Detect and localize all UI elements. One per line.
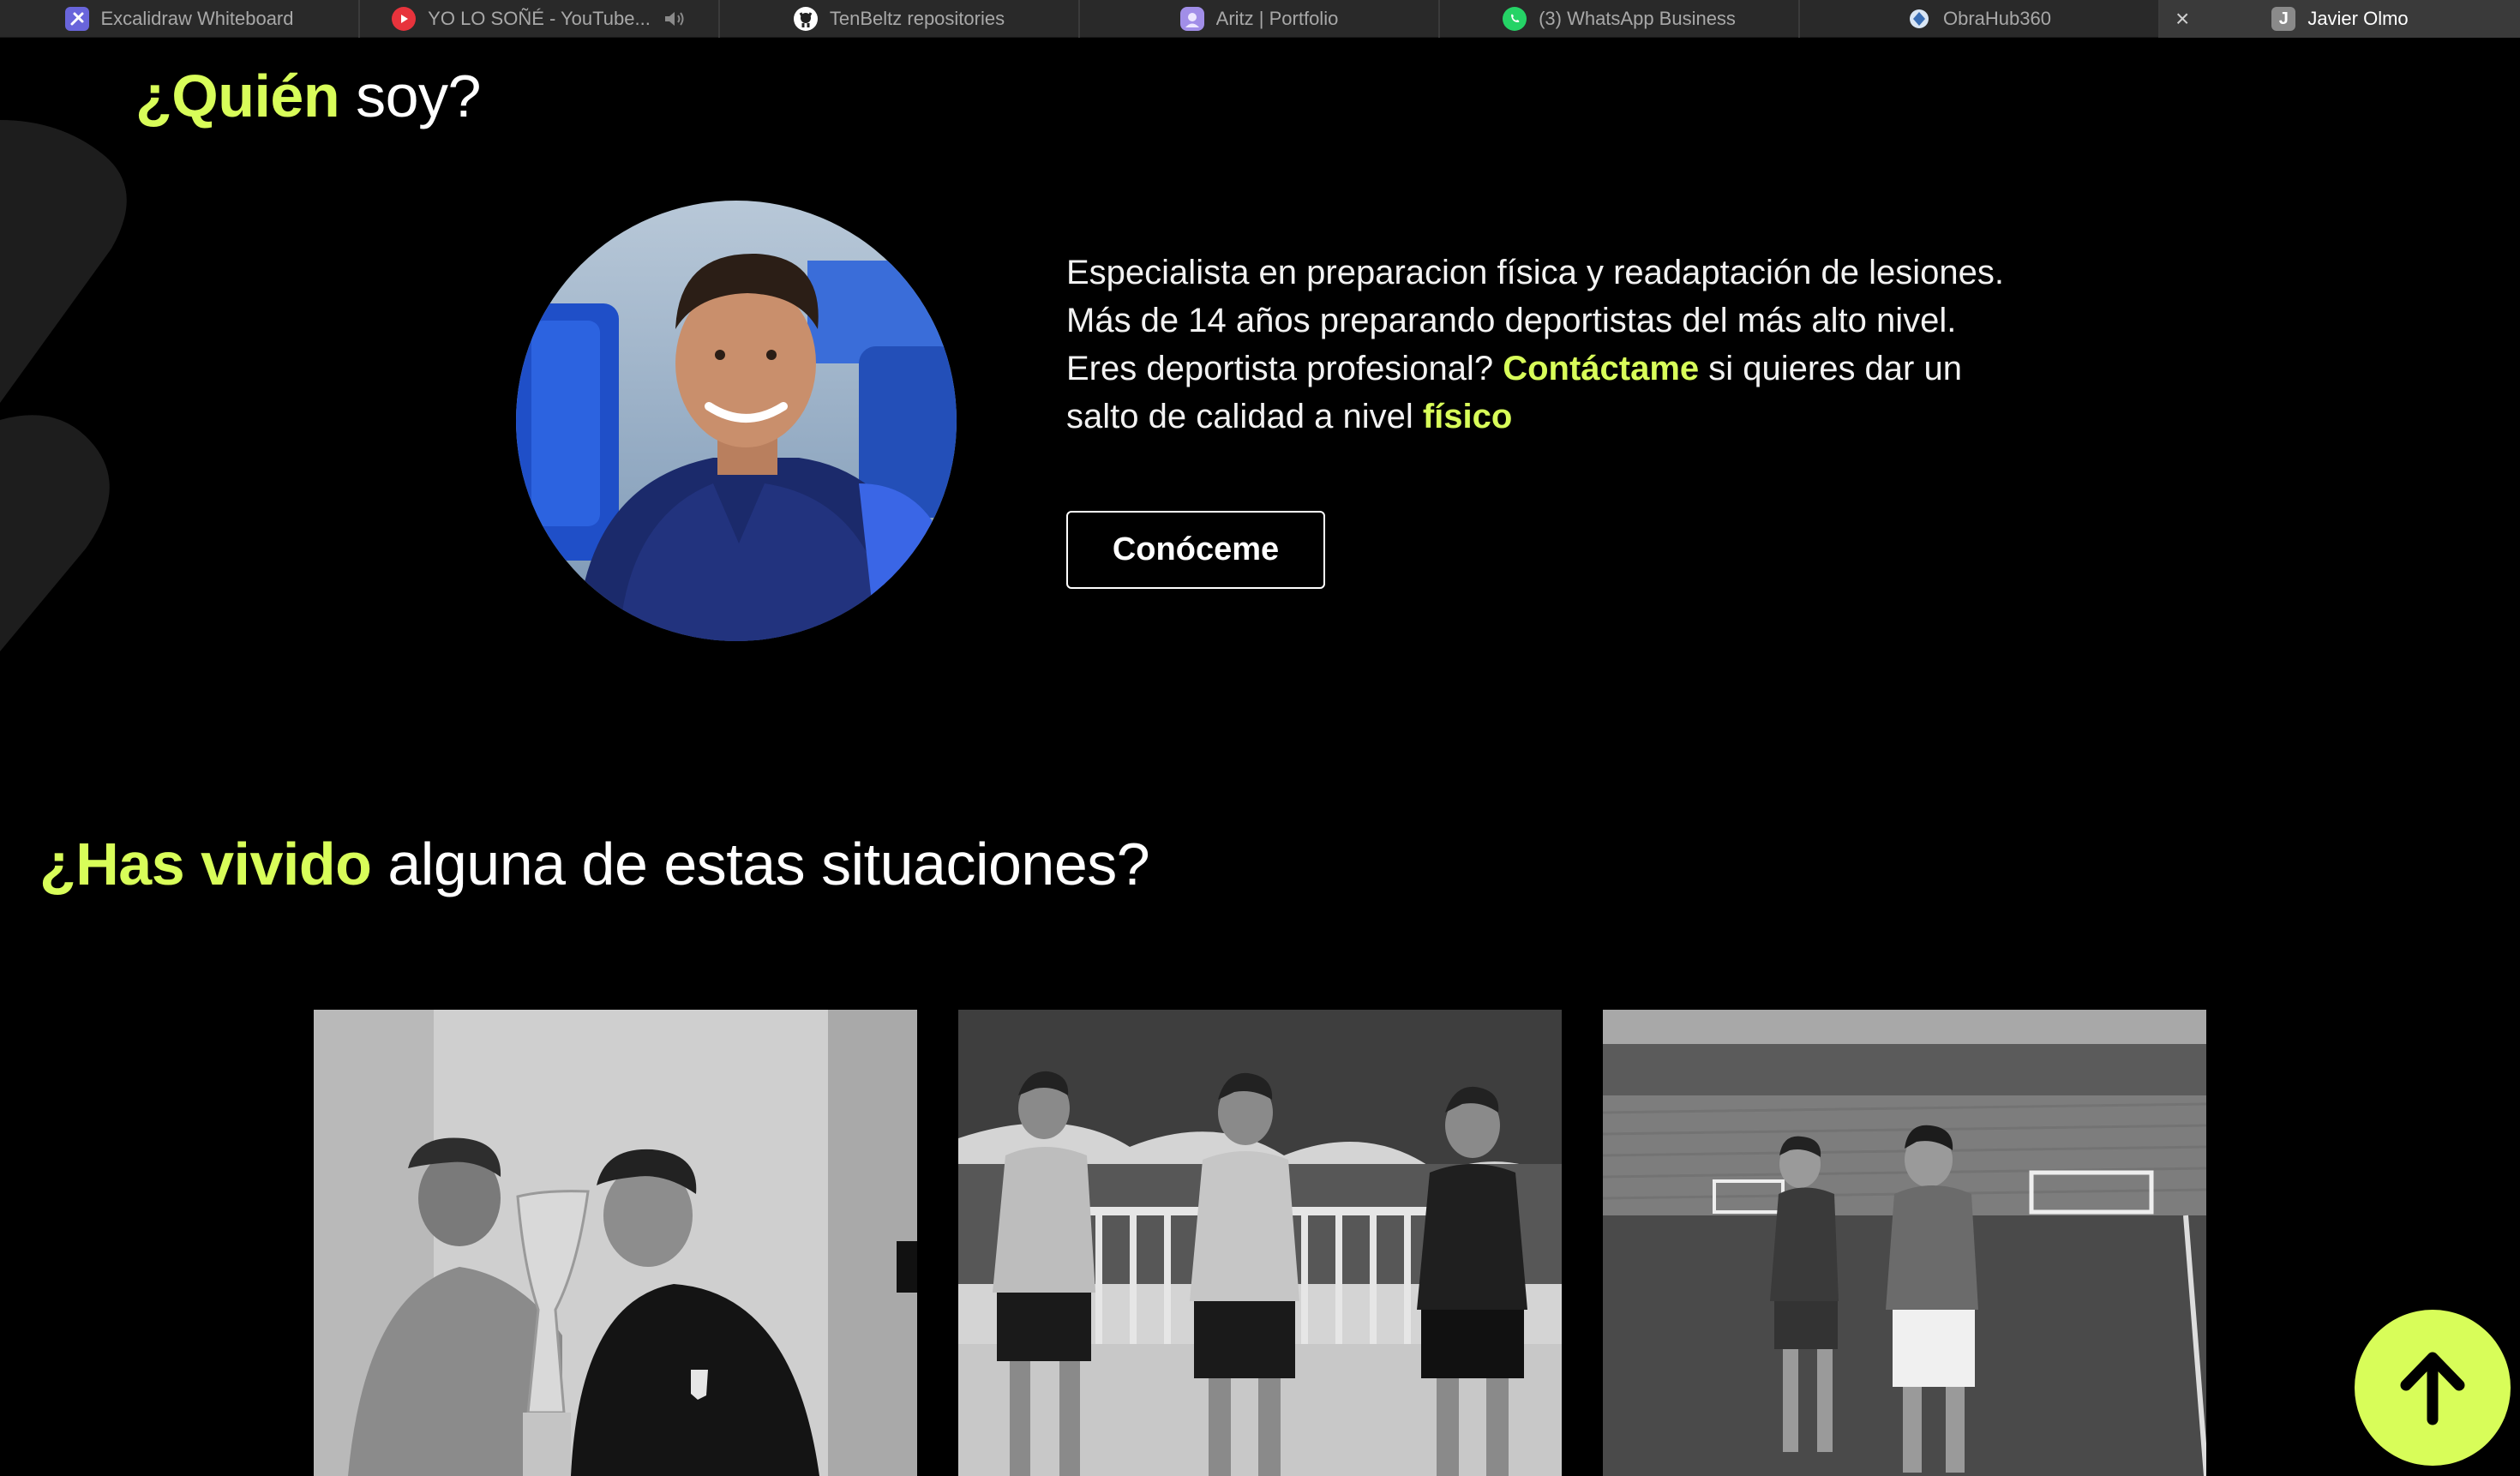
- tab-title: Aritz | Portfolio: [1215, 8, 1339, 29]
- about-title-highlight: ¿Quién: [135, 63, 340, 129]
- tab-title: Javier Olmo: [2307, 8, 2409, 29]
- tab-title: TenBeltz repositories: [829, 8, 1005, 29]
- whatsapp-icon: [1503, 7, 1527, 31]
- training-run-photo: [958, 1010, 1562, 1476]
- tab-title: (3) WhatsApp Business: [1539, 8, 1736, 29]
- github-icon: [793, 7, 818, 31]
- arrow-up-icon: [2400, 1352, 2465, 1425]
- tab-whatsapp[interactable]: (3) WhatsApp Business: [1440, 0, 1800, 38]
- tab-javier-olmo[interactable]: × J Javier Olmo: [2160, 0, 2520, 38]
- about-description: Especialista en preparacion física y rea…: [1066, 249, 2018, 441]
- tab-github[interactable]: TenBeltz repositories: [720, 0, 1080, 38]
- trophy-photo: [314, 1010, 917, 1476]
- portfolio-icon: [1179, 7, 1204, 31]
- youtube-icon: [392, 7, 417, 31]
- tab-aritz-portfolio[interactable]: Aritz | Portfolio: [1080, 0, 1440, 38]
- decorative-shape: [0, 120, 127, 651]
- tab-obrahub[interactable]: ObraHub360: [1800, 0, 2160, 38]
- tab-title: ObraHub360: [1943, 8, 2051, 29]
- situations-title: ¿Has vivido alguna de estas situaciones?: [39, 830, 1150, 898]
- tab-youtube[interactable]: YO LO SOÑÉ - YouTube...: [360, 0, 720, 38]
- conoceme-button[interactable]: Conóceme: [1066, 511, 1325, 589]
- tab-excalidraw[interactable]: Excalidraw Whiteboard: [0, 0, 360, 38]
- situations-title-rest: alguna de estas situaciones?: [387, 831, 1150, 897]
- about-title-rest: soy?: [356, 63, 481, 129]
- excalidraw-icon: [64, 7, 89, 31]
- portrait-photo: [516, 201, 957, 641]
- tab-title: YO LO SOÑÉ - YouTube...: [428, 8, 651, 29]
- situations-title-highlight: ¿Has vivido: [39, 831, 372, 897]
- close-icon[interactable]: ×: [2175, 7, 2189, 31]
- scroll-top-button[interactable]: [2355, 1310, 2511, 1466]
- speaker-icon[interactable]: [663, 9, 687, 29]
- browser-tab-bar: Excalidraw Whiteboard YO LO SOÑÉ - YouTu…: [0, 0, 2520, 38]
- stadium-run-photo: [1603, 1010, 2206, 1476]
- about-line-question: Eres deportista profesional?: [1066, 350, 1503, 387]
- about-line-specialty: Especialista en preparacion física y rea…: [1066, 254, 2004, 291]
- letter-avatar-icon: J: [2271, 7, 2296, 31]
- tab-title: Excalidraw Whiteboard: [100, 8, 294, 29]
- about-title: ¿Quién soy?: [135, 62, 481, 130]
- about-line-experience: Más de 14 años preparando deportistas de…: [1066, 302, 1957, 339]
- contact-link[interactable]: Contáctame: [1503, 350, 1699, 387]
- obrahub-icon: [1907, 7, 1931, 31]
- about-line-fisico: físico: [1422, 398, 1513, 435]
